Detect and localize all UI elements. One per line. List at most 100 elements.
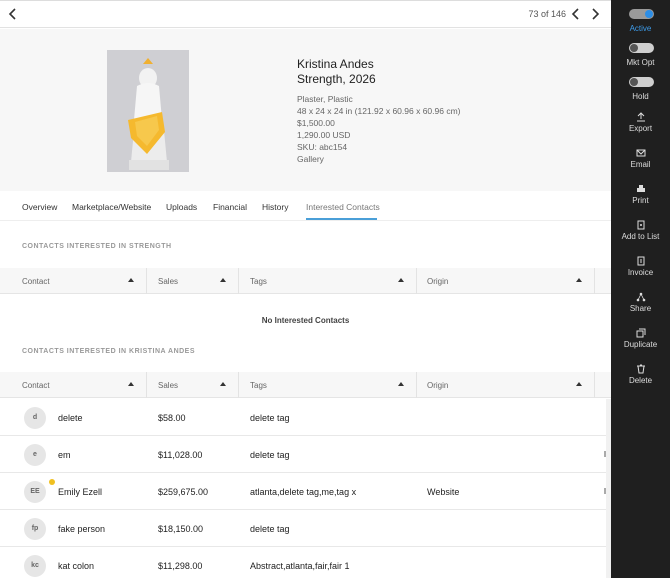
artwork-price-usd: 1,290.00 USD [297, 130, 351, 140]
column-divider [594, 268, 595, 294]
column-divider [594, 372, 595, 398]
column-divider [146, 268, 147, 294]
sort-up-icon[interactable] [128, 278, 134, 282]
avatar: kc [24, 555, 46, 577]
hold-label: Hold [632, 92, 649, 101]
contact-sales: $11,028.00 [158, 450, 203, 460]
artwork-medium: Plaster, Plastic [297, 94, 353, 104]
table-row[interactable]: d delete $58.00 delete tag [0, 399, 606, 436]
invoice-label: Invoice [627, 268, 654, 277]
export-icon [637, 112, 645, 122]
column-header-origin[interactable]: Origin [427, 277, 448, 286]
sort-up-icon[interactable] [128, 382, 134, 386]
column-header-tags[interactable]: Tags [250, 381, 267, 390]
mkt-opt-label: Mkt Opt [626, 58, 655, 67]
printer-icon [637, 185, 645, 192]
column-divider [238, 268, 239, 294]
table-row[interactable]: EE Emily Ezell $259,675.00 atlanta,delet… [0, 473, 606, 510]
contact-name[interactable]: kat colon [58, 561, 94, 571]
contact-name[interactable]: fake person [58, 524, 105, 534]
artist-name[interactable]: Kristina Andes [297, 57, 597, 71]
column-header-sales[interactable]: Sales [158, 381, 178, 390]
mkt-opt-toggle-switch[interactable] [629, 43, 654, 53]
tab-overview[interactable]: Overview [22, 202, 57, 212]
action-sidebar: Active Mkt Opt Hold Export Email Print A [611, 0, 670, 578]
active-label: Active [629, 24, 652, 33]
column-header-origin[interactable]: Origin [427, 381, 448, 390]
sort-up-icon[interactable] [398, 382, 404, 386]
tab-interested-contacts[interactable]: Interested Contacts [306, 202, 380, 212]
status-dot [49, 479, 55, 485]
contact-tags: delete tag [250, 450, 290, 460]
avatar: EE [24, 481, 46, 503]
contact-tags: Abstract,atlanta,fair,fair 1 [250, 561, 350, 571]
previous-record-icon[interactable] [570, 6, 582, 22]
contact-tags: atlanta,delete tag,me,tag x [250, 487, 357, 497]
next-record-icon[interactable] [589, 6, 601, 22]
sort-up-icon[interactable] [220, 278, 226, 282]
toggle-knob [630, 78, 638, 86]
table-row[interactable]: e em $11,028.00 delete tag [0, 436, 606, 473]
section-title-strength: CONTACTS INTERESTED IN STRENGTH [22, 243, 172, 250]
share-icon [636, 292, 646, 302]
sort-up-icon[interactable] [398, 278, 404, 282]
detail-tabs: Overview Marketplace/Website Uploads Fin… [0, 191, 611, 221]
back-arrow-icon[interactable] [6, 6, 20, 22]
main-panel: 73 of 146 Kristina Andes Strength, 2026 [0, 0, 611, 578]
share-label: Share [629, 304, 652, 313]
artwork-image[interactable] [107, 50, 189, 172]
invoice-icon [637, 256, 645, 266]
column-header-contact[interactable]: Contact [22, 277, 50, 286]
duplicate-icon [636, 328, 646, 338]
sort-up-icon[interactable] [220, 382, 226, 386]
section-title-kristina-andes: CONTACTS INTERESTED IN KRISTINA ANDES [22, 348, 196, 355]
add-to-list-icon [637, 220, 645, 230]
contact-sales: $58.00 [158, 413, 186, 423]
column-divider [238, 372, 239, 398]
avatar: d [24, 407, 46, 429]
hold-toggle-switch[interactable] [629, 77, 654, 87]
artwork-price: $1,500.00 [297, 118, 335, 128]
contact-name[interactable]: delete [58, 413, 83, 423]
tab-uploads[interactable]: Uploads [166, 202, 197, 212]
contact-name[interactable]: em [58, 450, 71, 460]
email-label: Email [630, 160, 651, 169]
column-divider [416, 372, 417, 398]
column-divider [416, 268, 417, 294]
email-icon [636, 149, 646, 157]
table-header-strength: Contact Sales Tags Origin [0, 268, 611, 294]
table-header-artist: Contact Sales Tags Origin [0, 372, 611, 398]
tab-financial[interactable]: Financial [213, 202, 247, 212]
export-label: Export [628, 124, 653, 133]
contact-tags: delete tag [250, 524, 290, 534]
contact-name[interactable]: Emily Ezell [58, 487, 102, 497]
tab-marketplace-website[interactable]: Marketplace/Website [72, 202, 151, 212]
toggle-knob [630, 44, 638, 52]
avatar: e [24, 444, 46, 466]
pager-count: 73 of 146 [528, 9, 566, 19]
top-bar: 73 of 146 [0, 1, 611, 28]
add-to-list-label: Add to List [621, 232, 660, 241]
column-header-contact[interactable]: Contact [22, 381, 50, 390]
tab-history[interactable]: History [262, 202, 288, 212]
delete-label: Delete [628, 376, 653, 385]
active-tab-indicator [306, 218, 377, 220]
active-toggle-switch[interactable] [629, 9, 654, 19]
sort-up-icon[interactable] [576, 278, 582, 282]
column-divider [146, 372, 147, 398]
duplicate-label: Duplicate [623, 340, 658, 349]
print-label: Print [632, 196, 649, 205]
artwork-title: Strength, 2026 [297, 72, 376, 86]
contact-tags: delete tag [250, 413, 290, 423]
artwork-dimensions: 48 x 24 x 24 in (121.92 x 60.96 x 60.96 … [297, 106, 461, 116]
artwork-location: Gallery [297, 154, 324, 164]
sort-up-icon[interactable] [576, 382, 582, 386]
empty-state-message: No Interested Contacts [261, 316, 350, 325]
column-header-tags[interactable]: Tags [250, 277, 267, 286]
artwork-header: Kristina Andes Strength, 2026 Plaster, P… [0, 29, 611, 191]
table-row[interactable]: kc kat colon $11,298.00 Abstract,atlanta… [0, 547, 606, 578]
contact-origin: Website [427, 487, 460, 497]
column-header-sales[interactable]: Sales [158, 277, 178, 286]
artwork-info: Kristina Andes Strength, 2026 Plaster, P… [297, 57, 597, 165]
table-row[interactable]: fp fake person $18,150.00 delete tag [0, 510, 606, 547]
